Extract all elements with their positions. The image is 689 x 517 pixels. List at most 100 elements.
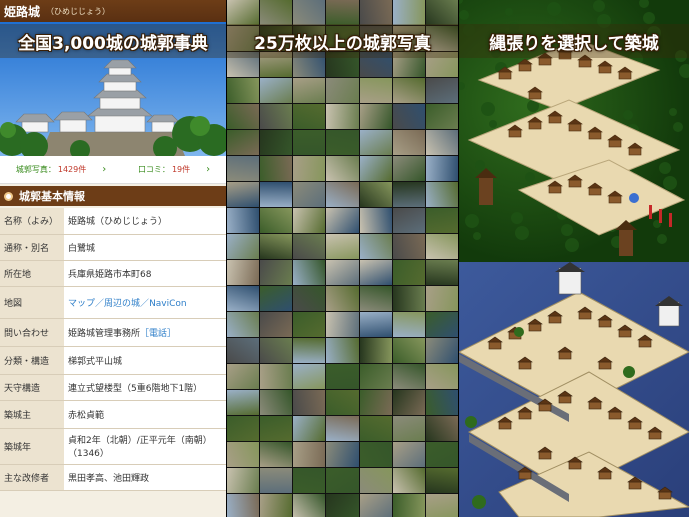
photo-thumbnail[interactable] <box>326 312 359 337</box>
map-link[interactable]: マップ <box>68 299 95 309</box>
photo-thumbnail[interactable] <box>359 338 392 363</box>
photo-thumbnail[interactable] <box>359 364 392 389</box>
photo-thumbnail[interactable] <box>425 338 458 363</box>
photo-thumbnail[interactable] <box>227 312 260 337</box>
photo-thumbnail[interactable] <box>227 130 260 155</box>
photo-thumbnail[interactable] <box>359 468 392 493</box>
photo-thumbnail[interactable] <box>425 468 458 493</box>
photo-thumbnail[interactable] <box>359 312 392 337</box>
photo-thumbnail[interactable] <box>326 156 359 181</box>
photo-thumbnail[interactable] <box>359 416 392 441</box>
photo-thumbnail[interactable] <box>293 234 326 259</box>
photo-thumbnail[interactable] <box>359 182 392 207</box>
photo-thumbnail[interactable] <box>260 286 293 311</box>
photo-thumbnail[interactable] <box>227 182 260 207</box>
photo-thumbnail[interactable] <box>293 390 326 415</box>
photo-thumbnail[interactable] <box>392 390 425 415</box>
photo-thumbnail[interactable] <box>293 130 326 155</box>
photo-thumbnail[interactable] <box>260 78 293 103</box>
photo-thumbnail[interactable] <box>359 0 392 25</box>
photo-thumbnail[interactable] <box>392 156 425 181</box>
photo-thumbnail[interactable] <box>425 156 458 181</box>
photo-thumbnail[interactable] <box>326 442 359 467</box>
photo-thumbnail[interactable] <box>326 104 359 129</box>
photo-thumbnail[interactable] <box>293 442 326 467</box>
photo-thumbnail[interactable] <box>392 312 425 337</box>
photo-thumbnail[interactable] <box>260 364 293 389</box>
photo-thumbnail[interactable] <box>326 0 359 25</box>
photo-thumbnail[interactable] <box>293 416 326 441</box>
photo-thumbnail[interactable] <box>293 494 326 517</box>
photo-thumbnail[interactable] <box>260 0 293 25</box>
photo-thumbnail[interactable] <box>326 286 359 311</box>
photo-thumbnail[interactable] <box>260 390 293 415</box>
review-count-link[interactable]: 口コミ： 19件 › <box>138 164 210 175</box>
photo-count-link[interactable]: 城郭写真： 1429件 › <box>16 164 106 175</box>
photo-thumbnail[interactable] <box>260 208 293 233</box>
photo-thumbnail[interactable] <box>260 182 293 207</box>
photo-thumbnail[interactable] <box>326 494 359 517</box>
castle-layout-map-water[interactable] <box>459 262 689 517</box>
photo-thumbnail[interactable] <box>359 104 392 129</box>
photo-thumbnail[interactable] <box>293 338 326 363</box>
photo-thumbnail[interactable] <box>359 130 392 155</box>
photo-thumbnail[interactable] <box>392 442 425 467</box>
photo-thumbnail[interactable] <box>392 78 425 103</box>
photo-thumbnail[interactable] <box>425 442 458 467</box>
photo-thumbnail[interactable] <box>326 234 359 259</box>
photo-thumbnail[interactable] <box>425 78 458 103</box>
photo-thumbnail[interactable] <box>326 260 359 285</box>
photo-thumbnail[interactable] <box>392 130 425 155</box>
photo-thumbnail[interactable] <box>260 416 293 441</box>
photo-thumbnail[interactable] <box>260 104 293 129</box>
photo-thumbnail[interactable] <box>425 494 458 517</box>
photo-thumbnail[interactable] <box>392 208 425 233</box>
photo-thumbnail[interactable] <box>227 260 260 285</box>
photo-thumbnail[interactable] <box>392 104 425 129</box>
photo-thumbnail[interactable] <box>260 156 293 181</box>
photo-thumbnail[interactable] <box>227 364 260 389</box>
photo-thumbnail[interactable] <box>392 260 425 285</box>
photo-thumbnail[interactable] <box>260 312 293 337</box>
photo-thumbnail[interactable] <box>326 78 359 103</box>
photo-thumbnail[interactable] <box>359 390 392 415</box>
photo-thumbnail[interactable] <box>227 286 260 311</box>
photo-thumbnail[interactable] <box>359 78 392 103</box>
photo-thumbnail[interactable] <box>326 416 359 441</box>
photo-thumbnail[interactable] <box>227 468 260 493</box>
photo-thumbnail[interactable] <box>425 234 458 259</box>
photo-thumbnail[interactable] <box>392 338 425 363</box>
photo-thumbnail[interactable] <box>227 442 260 467</box>
photo-thumbnail[interactable] <box>260 442 293 467</box>
photo-thumbnail[interactable] <box>260 130 293 155</box>
map-link[interactable]: 周辺の城 <box>104 299 140 309</box>
photo-thumbnail[interactable] <box>227 104 260 129</box>
photo-thumbnail[interactable] <box>425 208 458 233</box>
photo-thumbnail[interactable] <box>260 494 293 517</box>
photo-thumbnail[interactable] <box>425 312 458 337</box>
photo-thumbnail[interactable] <box>326 182 359 207</box>
photo-thumbnail[interactable] <box>227 416 260 441</box>
photo-thumbnail[interactable] <box>425 130 458 155</box>
phone-link[interactable]: ［電話］ <box>140 329 176 339</box>
photo-thumbnail[interactable] <box>326 338 359 363</box>
photo-thumbnail[interactable] <box>293 312 326 337</box>
photo-thumbnail[interactable] <box>260 260 293 285</box>
map-link[interactable]: NaviCon <box>149 299 187 309</box>
photo-thumbnail[interactable] <box>293 156 326 181</box>
photo-thumbnail[interactable] <box>425 182 458 207</box>
photo-thumbnail[interactable] <box>260 234 293 259</box>
photo-thumbnail[interactable] <box>359 494 392 517</box>
photo-thumbnail[interactable] <box>227 338 260 363</box>
photo-thumbnail[interactable] <box>359 156 392 181</box>
photo-thumbnail[interactable] <box>425 364 458 389</box>
photo-thumbnail[interactable] <box>227 494 260 517</box>
photo-thumbnail[interactable] <box>326 390 359 415</box>
photo-thumbnail[interactable] <box>359 260 392 285</box>
photo-thumbnail[interactable] <box>425 260 458 285</box>
photo-thumbnail[interactable] <box>293 286 326 311</box>
photo-thumbnail[interactable] <box>359 234 392 259</box>
photo-thumbnail[interactable] <box>392 182 425 207</box>
photo-thumbnail[interactable] <box>293 364 326 389</box>
photo-thumbnail[interactable] <box>425 104 458 129</box>
